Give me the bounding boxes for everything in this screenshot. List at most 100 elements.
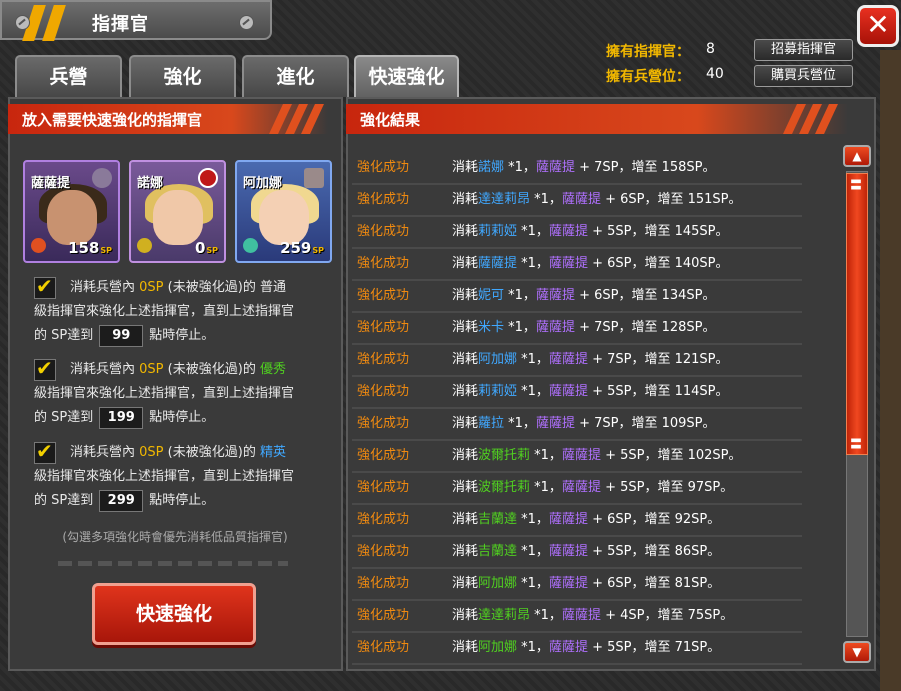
sp-threshold-input[interactable]: 99 xyxy=(99,324,144,347)
result-qty: *1， xyxy=(517,512,549,527)
result-qty: *1， xyxy=(530,608,562,623)
result-message: 消耗薩薩提 *1，薩薩提 + 6SP，增至 140SP。 xyxy=(452,249,729,279)
buy-slot-button[interactable]: 購買兵營位 xyxy=(754,65,853,87)
result-qty: *1， xyxy=(530,192,562,207)
result-message: 消耗波爾托莉 *1，薩薩提 + 5SP，增至 102SP。 xyxy=(452,441,742,471)
result-consume: 消耗 xyxy=(452,320,479,335)
scroll-up-button[interactable]: ▲ xyxy=(843,145,871,167)
result-message: 消耗諾娜 *1，薩薩提 + 7SP，增至 158SP。 xyxy=(452,153,716,183)
priority-note: (勾選多項強化時會優先消耗低品質指揮官) xyxy=(62,530,288,544)
result-row: 強化成功 消耗達達莉昂 *1，薩薩提 + 4SP，增至 75SP。 xyxy=(352,601,802,633)
result-consume: 消耗 xyxy=(452,608,479,623)
quick-enhance-button[interactable]: 快速強化 xyxy=(92,583,256,645)
result-gain: + 5SP，增至 86SP。 xyxy=(587,544,721,559)
card-sp: 259SP xyxy=(280,239,324,257)
results-panel-header: 強化結果 xyxy=(346,104,848,134)
eye-icon xyxy=(243,238,258,253)
commanders-count-label: 擁有指揮官： xyxy=(606,44,690,60)
option-zero-sp: 0SP xyxy=(139,280,164,295)
result-status: 強化成功 xyxy=(357,512,410,527)
result-message: 消耗波爾托莉 *1，薩薩提 + 5SP，增至 97SP。 xyxy=(452,473,733,503)
result-message: 消耗妮可 *1，薩薩提 + 6SP，增至 134SP。 xyxy=(452,281,716,311)
tab-barracks[interactable]: 兵營 xyxy=(15,55,122,97)
commander-card[interactable]: 阿加娜 259SP xyxy=(235,160,332,263)
result-qty: *1， xyxy=(517,224,549,239)
results-scrollbar[interactable]: ▲ ▼ xyxy=(843,145,871,665)
sp-threshold-input[interactable]: 199 xyxy=(99,406,144,429)
result-row: 強化成功 消耗波爾托莉 *1，薩薩提 + 5SP，增至 102SP。 xyxy=(352,441,802,473)
sp-threshold-input[interactable]: 299 xyxy=(99,489,144,512)
result-row: 強化成功 消耗薩薩提 *1，薩薩提 + 6SP，增至 140SP。 xyxy=(352,249,802,281)
result-consume: 消耗 xyxy=(452,192,479,207)
result-gain: + 4SP，增至 75SP。 xyxy=(600,608,734,623)
result-gain: + 5SP，增至 145SP。 xyxy=(587,224,729,239)
result-qty: *1， xyxy=(517,256,549,271)
rocket-icon xyxy=(92,168,112,188)
option-checkbox[interactable] xyxy=(34,439,56,464)
result-consume: 消耗 xyxy=(452,160,479,175)
result-qty: *1， xyxy=(517,576,549,591)
option-checkbox[interactable] xyxy=(34,274,56,299)
results-panel-title: 強化結果 xyxy=(360,111,421,129)
screw-icon xyxy=(15,15,30,30)
result-qty: *1， xyxy=(517,544,549,559)
result-status: 強化成功 xyxy=(357,640,410,655)
result-consume: 消耗 xyxy=(452,480,479,495)
option-zero-sp: 0SP xyxy=(139,445,164,460)
option-elite: 消耗兵營內 0SP (未被強化過)的 精英 級指揮官來強化上述指揮官，直到上述指… xyxy=(34,439,324,513)
result-qty: *1， xyxy=(504,320,536,335)
close-button[interactable]: ✕ xyxy=(857,5,899,47)
result-gain: + 5SP，增至 114SP。 xyxy=(587,384,729,399)
result-consume: 消耗 xyxy=(452,640,479,655)
result-row: 強化成功 消耗吉蘭達 *1，薩薩提 + 6SP，增至 92SP。 xyxy=(352,505,802,537)
result-item: 達達莉昂 xyxy=(478,192,531,207)
option-suffix: 點時停止。 xyxy=(149,493,215,508)
card-sp: 0SP xyxy=(195,239,218,257)
result-target: 薩薩提 xyxy=(548,352,588,367)
title-plate: 指揮官 xyxy=(0,0,272,41)
screw-icon xyxy=(239,15,254,30)
result-row: 強化成功 消耗吉蘭達 *1，薩薩提 + 5SP，增至 86SP。 xyxy=(352,537,802,569)
result-status: 強化成功 xyxy=(357,352,410,367)
result-message: 消耗達達莉昂 *1，薩薩提 + 6SP，增至 151SP。 xyxy=(452,185,742,215)
dialog-frame: 指揮官 ✕ 兵營 強化 進化 快速強化 擁有指揮官： 8 擁有兵營位： 40 招… xyxy=(0,0,901,691)
result-consume: 消耗 xyxy=(452,512,479,527)
left-panel-title: 放入需要快速強化的指揮官 xyxy=(22,111,203,129)
tab-evolve[interactable]: 進化 xyxy=(242,55,349,97)
result-status: 強化成功 xyxy=(357,288,410,303)
option-excellent: 消耗兵營內 0SP (未被強化過)的 優秀 級指揮官來強化上述指揮官，直到上述指… xyxy=(34,356,324,430)
commander-card[interactable]: 諾娜 0SP xyxy=(129,160,226,263)
result-status: 強化成功 xyxy=(357,544,410,559)
result-gain: + 7SP，增至 109SP。 xyxy=(574,416,716,431)
result-message: 消耗阿加娜 *1，薩薩提 + 7SP，增至 121SP。 xyxy=(452,345,729,375)
result-consume: 消耗 xyxy=(452,448,479,463)
recruit-commander-button[interactable]: 招募指揮官 xyxy=(754,39,853,61)
option-sp-label: 的 SP達到 xyxy=(34,493,94,508)
result-status: 強化成功 xyxy=(357,160,410,175)
option-checkbox[interactable] xyxy=(34,356,56,381)
tab-enhance[interactable]: 強化 xyxy=(129,55,236,97)
wheel-icon xyxy=(198,168,218,188)
result-gain: + 6SP，增至 134SP。 xyxy=(574,288,716,303)
result-status: 強化成功 xyxy=(357,608,410,623)
result-status: 強化成功 xyxy=(357,192,410,207)
result-message: 消耗米卡 *1，薩薩提 + 7SP，增至 128SP。 xyxy=(452,313,716,343)
result-consume: 消耗 xyxy=(452,416,479,431)
option-text-line2: 級指揮官來強化上述指揮官，直到上述指揮官 xyxy=(34,469,295,484)
scroll-down-button[interactable]: ▼ xyxy=(843,641,871,663)
result-message: 消耗達達莉昂 *1，薩薩提 + 4SP，增至 75SP。 xyxy=(452,601,733,631)
scroll-thumb[interactable] xyxy=(846,173,868,455)
commander-card[interactable]: 薩薩提 158SP xyxy=(23,160,120,263)
result-gain: + 5SP，增至 97SP。 xyxy=(600,480,734,495)
result-target: 薩薩提 xyxy=(535,288,575,303)
card-sp-unit: SP xyxy=(312,246,324,255)
result-qty: *1， xyxy=(517,352,549,367)
result-item: 達達莉昂 xyxy=(478,608,531,623)
card-sp-unit: SP xyxy=(206,246,218,255)
result-message: 消耗吉蘭達 *1，薩薩提 + 5SP，增至 86SP。 xyxy=(452,537,720,567)
tab-quick-enhance[interactable]: 快速強化 xyxy=(354,55,459,97)
hand-icon xyxy=(137,238,152,253)
result-message: 消耗蘿拉 *1，薩薩提 + 7SP，增至 109SP。 xyxy=(452,409,716,439)
commanders-count-value: 8 xyxy=(706,41,715,57)
card-sp: 158SP xyxy=(68,239,112,257)
